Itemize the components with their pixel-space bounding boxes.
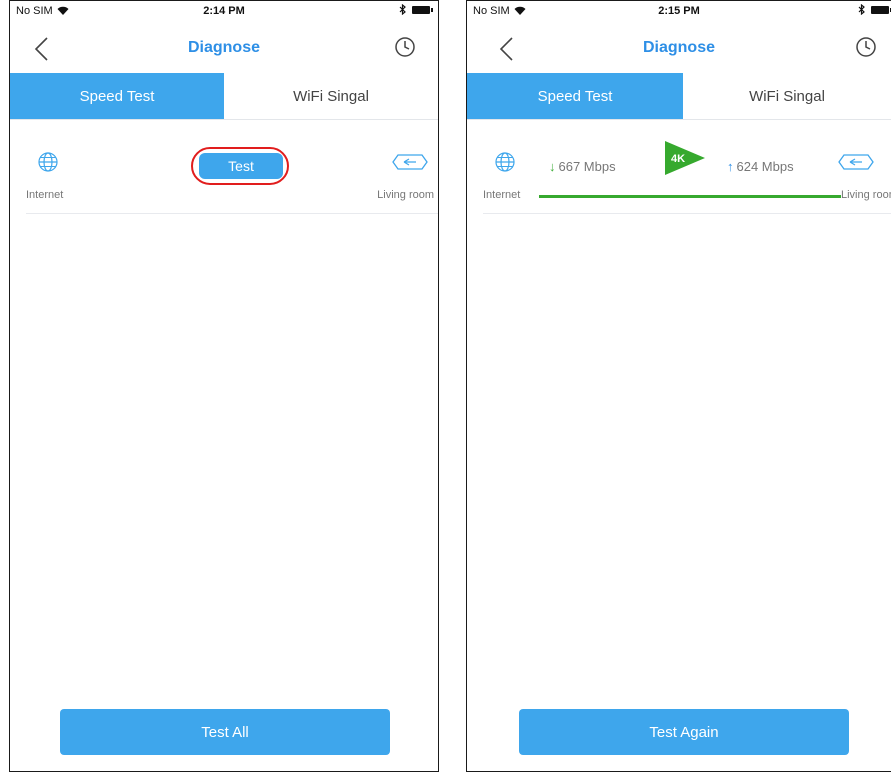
tab-bar: Speed Test WiFi Singal xyxy=(467,73,891,120)
nav-bar: Diagnose xyxy=(10,23,438,73)
internet-label: Internet xyxy=(26,189,64,201)
living-room-label: Living room xyxy=(377,189,434,201)
phone-screen-after: No SIM 2:15 PM Diagnose Speed Test WiFi … xyxy=(466,0,891,772)
tab-wifi-signal[interactable]: WiFi Singal xyxy=(224,73,438,119)
tab-bar: Speed Test WiFi Singal xyxy=(10,73,438,120)
internet-label: Internet xyxy=(483,189,521,201)
living-room-label: Living room xyxy=(841,189,891,201)
phone-screen-before: No SIM 2:14 PM Diagnose Speed Test WiFi … xyxy=(9,0,439,772)
status-bar: No SIM 2:14 PM xyxy=(10,1,438,23)
device-row: Internet ↓ 667 Mbps 4K ↑ 624 Mbps Living r… xyxy=(483,119,891,214)
connection-line xyxy=(539,195,841,198)
status-time: 2:15 PM xyxy=(658,5,700,17)
page-title: Diagnose xyxy=(642,39,715,56)
router-icon xyxy=(838,154,874,170)
upload-arrow-icon: ↑ xyxy=(727,159,734,174)
upload-speed: ↑ 624 Mbps xyxy=(727,159,794,174)
nav-bar: Diagnose xyxy=(467,23,891,73)
globe-icon xyxy=(495,152,515,172)
globe-icon xyxy=(38,152,58,172)
status-time: 2:14 PM xyxy=(203,5,245,17)
battery-icon xyxy=(412,5,433,14)
device-row: Internet Test Living room xyxy=(26,119,438,214)
play-4k-icon: 4K xyxy=(665,141,705,175)
page-title: Diagnose xyxy=(187,39,260,56)
clock-icon[interactable] xyxy=(394,36,416,58)
test-again-button[interactable]: Test Again xyxy=(519,709,849,755)
bluetooth-icon xyxy=(858,4,865,15)
bluetooth-icon xyxy=(399,4,406,15)
download-arrow-icon: ↓ xyxy=(549,159,556,174)
test-all-button[interactable]: Test All xyxy=(60,709,390,755)
test-button[interactable]: Test xyxy=(199,153,283,179)
tab-wifi-signal[interactable]: WiFi Singal xyxy=(683,73,891,119)
status-bar: No SIM 2:15 PM xyxy=(467,1,891,23)
badge-4k-label: 4K xyxy=(671,153,685,165)
tab-speed-test[interactable]: Speed Test xyxy=(467,73,683,119)
download-speed: ↓ 667 Mbps xyxy=(549,159,616,174)
clock-icon[interactable] xyxy=(855,36,877,58)
router-icon xyxy=(392,154,428,170)
battery-icon xyxy=(871,5,891,14)
tab-speed-test[interactable]: Speed Test xyxy=(10,73,224,119)
